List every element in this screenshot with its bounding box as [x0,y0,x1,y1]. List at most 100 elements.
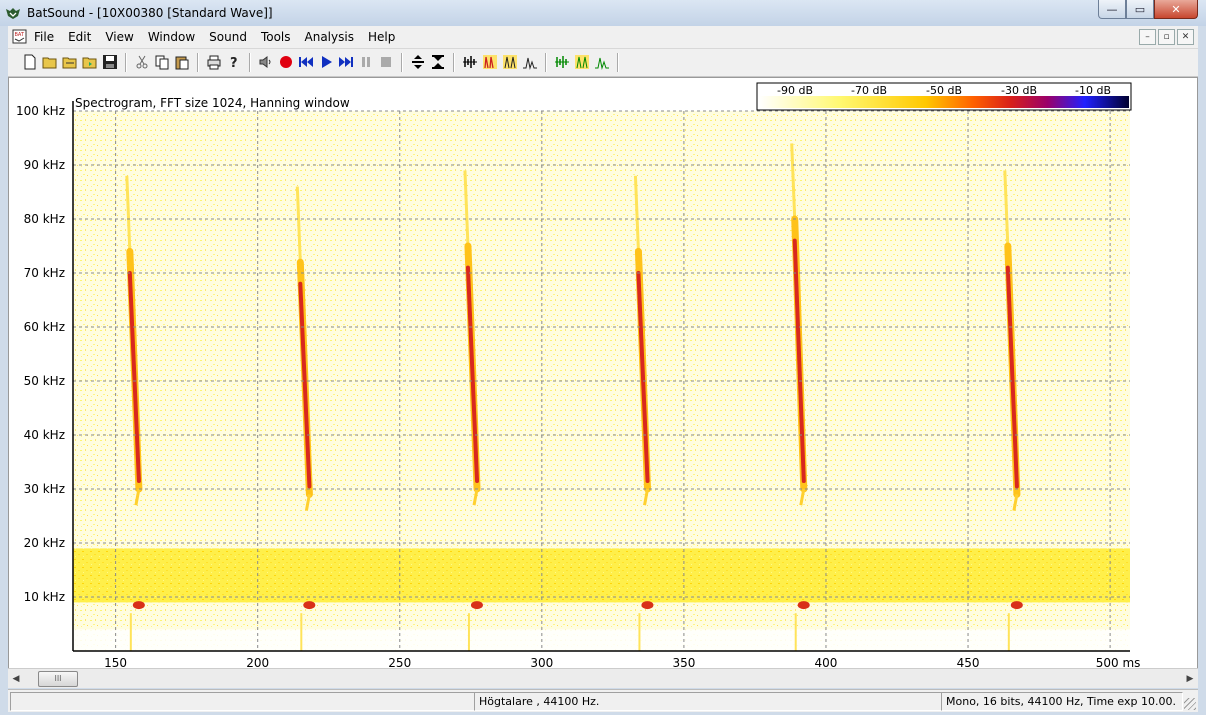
menu-file[interactable]: File [34,30,54,44]
spectrogram-zoom-button[interactable] [501,53,519,71]
y-tick-label: 20 kHz [24,536,65,550]
minimize-icon: — [1106,2,1118,16]
y-tick-label: 90 kHz [24,158,65,172]
oscillogram-button[interactable] [461,53,479,71]
low-tone-blip [132,601,145,610]
scroll-thumb-grip: III [54,674,62,683]
pause-button[interactable] [357,53,375,71]
color-scale-label-90: -90 dB [777,84,813,97]
x-tick-label: 250 [388,656,411,668]
x-tick-label: 350 [672,656,695,668]
zoom-vertical-in-button[interactable] [409,53,427,71]
document-icon[interactable]: BAT [12,29,27,44]
play-button[interactable] [317,53,335,71]
copy-icon [155,55,169,70]
fast-forward-icon [339,57,353,67]
power-spectrum-icon [523,57,537,70]
noise-band [73,548,1130,603]
low-frequency-clear [73,629,1130,651]
low-tone-blip [1010,601,1023,610]
new-file-button[interactable] [21,53,39,71]
menu-window[interactable]: Window [148,30,195,44]
svg-text:BAT: BAT [15,32,25,38]
new-file-icon [24,54,36,70]
y-tick-label: 80 kHz [24,212,65,226]
record-button[interactable] [277,53,295,71]
scroll-left-button[interactable]: ◀ [8,670,24,687]
toolbar: ? [8,49,1198,77]
open-file-button[interactable] [41,53,59,71]
green-oscillogram-icon [555,56,569,68]
x-tick-label: 200 [246,656,269,668]
mdi-restore-button[interactable]: ▫ [1158,29,1175,45]
green-power-spectrum-button[interactable] [593,53,611,71]
help-question-icon: ? [230,56,238,70]
low-tone-blip [303,601,316,610]
green-oscillogram-button[interactable] [553,53,571,71]
color-scale-label-10: -10 dB [1075,84,1111,97]
low-tone-blip [641,601,654,610]
status-bar: Högtalare , 44100 Hz. Mono, 16 bits, 441… [8,689,1198,712]
low-tone-blip [470,601,483,610]
paste-button[interactable] [173,53,191,71]
spectrogram-plot[interactable]: 100 kHz 90 kHz 80 kHz 70 kHz 60 kHz 50 kHz 40 … [9,78,1197,668]
resize-grip-icon[interactable] [1184,698,1196,710]
speaker-button[interactable] [257,53,275,71]
play-icon [322,56,332,68]
status-panel-empty [10,692,475,711]
copy-button[interactable] [153,53,171,71]
spectrogram-icon [483,55,497,69]
status-output-device: Högtalare , 44100 Hz. [474,692,942,711]
open-recent-button[interactable] [81,53,99,71]
plot-title: Spectrogram, FFT size 1024, Hanning wind… [75,96,350,110]
color-scale-legend: -90 dB -70 dB -50 dB -30 dB -10 dB [756,82,1132,111]
open-folder-button[interactable] [61,53,79,71]
maximize-icon: ▭ [1134,2,1146,16]
green-spectrogram-button[interactable] [573,53,591,71]
scroll-thumb[interactable]: III [38,671,78,687]
oscillogram-icon [463,56,477,68]
mdi-close-button[interactable]: ✕ [1177,29,1194,45]
menu-sound[interactable]: Sound [209,30,247,44]
rewind-button[interactable] [297,53,315,71]
save-button[interactable] [101,53,119,71]
close-button[interactable]: ✕ [1154,0,1198,19]
batsound-app-icon[interactable] [5,5,21,21]
status-sound-format: Mono, 16 bits, 44100 Hz, Time exp 10.00. [941,692,1183,711]
help-button[interactable]: ? [225,53,243,71]
spectrogram-zoom-icon [503,55,517,69]
stop-button[interactable] [377,53,395,71]
paste-icon [175,56,189,70]
folder-arrow-icon [82,57,97,69]
speaker-icon [259,56,271,68]
low-tone-blip [797,601,810,610]
mdi-minimize-button[interactable]: – [1139,29,1156,45]
x-tick-label: 500 ms [1096,656,1141,668]
y-tick-label: 10 kHz [24,590,65,604]
menu-help[interactable]: Help [368,30,395,44]
menu-view[interactable]: View [105,30,133,44]
zoom-vertical-out-icon [432,55,444,69]
x-tick-label: 450 [957,656,980,668]
maximize-button[interactable]: ▭ [1126,0,1154,19]
zoom-vertical-icon [412,55,424,69]
y-tick-label: 100 kHz [16,104,65,118]
x-tick-label: 300 [530,656,553,668]
menu-edit[interactable]: Edit [68,30,91,44]
y-tick-label: 40 kHz [24,428,65,442]
folder-icon [62,57,77,69]
scroll-right-button[interactable]: ▶ [1182,670,1198,687]
fast-forward-button[interactable] [337,53,355,71]
power-spectrum-button[interactable] [521,53,539,71]
menu-analysis[interactable]: Analysis [305,30,354,44]
print-button[interactable] [205,53,223,71]
menu-tools[interactable]: Tools [261,30,291,44]
zoom-vertical-out-button[interactable] [429,53,447,71]
spectrogram-button[interactable] [481,53,499,71]
spectrogram-window: 100 kHz 90 kHz 80 kHz 70 kHz 60 kHz 50 kHz 40 … [8,77,1198,669]
save-disk-icon [103,55,117,69]
cut-button[interactable] [133,53,151,71]
minimize-button[interactable]: — [1098,0,1126,19]
horizontal-scrollbar[interactable]: ◀ III ▶ [8,668,1198,688]
rewind-icon [299,57,313,67]
